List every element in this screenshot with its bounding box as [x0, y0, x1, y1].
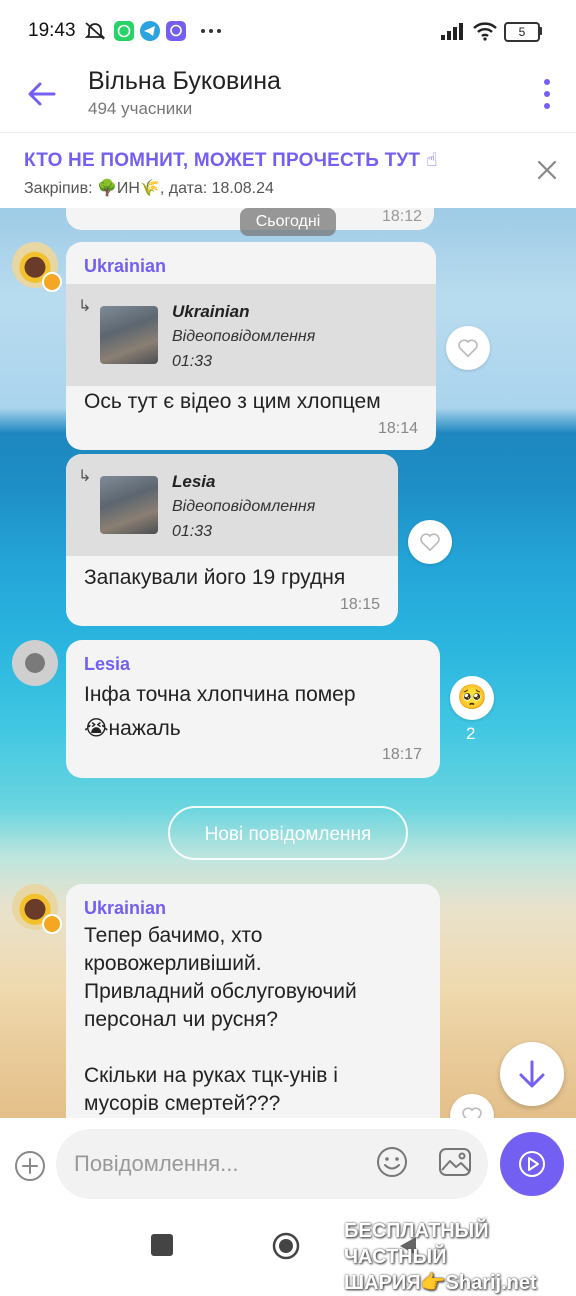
member-count: 494 учасники — [88, 99, 193, 118]
heart-icon — [458, 339, 478, 358]
like-button[interactable] — [450, 1094, 494, 1118]
back-arrow-icon[interactable] — [24, 76, 60, 112]
chat-messages-area[interactable]: 18:12 Сьогодні Ukrainian ↳ Ukrainian Від… — [0, 208, 576, 1118]
message-bubble[interactable]: Ukrainian Тепер бачимо, хто кровожерливі… — [66, 884, 440, 1118]
pinned-message-text: КТО НЕ ПОМНИТ, МОЖЕТ ПРОЧЕСТЬ ТУТ ☝ — [24, 150, 438, 171]
battery-level: 5 — [518, 25, 526, 39]
message-bubble[interactable]: Lesia Інфа точна хлопчина помер 😭нажаль … — [66, 640, 440, 778]
quote-sender: Lesia — [172, 472, 216, 491]
video-thumbnail — [100, 476, 158, 534]
message-sender[interactable]: Ukrainian — [84, 898, 166, 919]
reply-arrow-icon: ↳ — [78, 468, 92, 485]
status-time: 19:43 — [28, 20, 76, 41]
scroll-to-bottom-button[interactable] — [500, 1042, 564, 1106]
system-nav-bar: БЕСПЛАТНЫЙ ЧАСТНЫЙ ШАРИЯ👉Sharij.net — [0, 1214, 576, 1294]
recent-apps-button[interactable] — [151, 1234, 173, 1256]
message-text: Тепер бачимо, хто кровожерливіший. Привл… — [84, 924, 357, 1115]
like-button[interactable] — [408, 520, 452, 564]
quote-sender: Ukrainian — [172, 302, 250, 321]
quote-duration: 01:33 — [172, 353, 213, 370]
more-vert-icon[interactable] — [535, 76, 559, 112]
new-messages-divider: Нові повідомлення — [168, 806, 408, 860]
avatar[interactable] — [12, 640, 58, 686]
message-input[interactable]: Повідомлення... — [56, 1129, 488, 1199]
message-text: Інфа точна хлопчина помер 😭нажаль — [84, 683, 356, 740]
telegram-icon — [140, 21, 160, 41]
chat-header: Вільна Буковина 494 учасники — [0, 62, 576, 132]
reply-arrow-icon: ↳ — [78, 298, 92, 315]
watermark-line2: ШАРИЯ👉Sharij.net — [344, 1272, 537, 1294]
send-icon — [519, 1151, 545, 1177]
whatsapp-icon — [114, 21, 134, 41]
message-text: Запакували його 19 грудня — [84, 566, 346, 589]
emoji-icon[interactable] — [376, 1146, 408, 1178]
message-time: 18:14 — [377, 420, 418, 437]
more-notifications-icon — [201, 29, 221, 33]
message-bubble[interactable]: ↳ Lesia Відеоповідомлення 01:33 Запакува… — [66, 454, 398, 626]
quoted-message[interactable]: ↳ Ukrainian Відеоповідомлення 01:33 — [66, 284, 436, 386]
viber-icon — [166, 21, 186, 41]
battery-icon: 5 — [504, 22, 540, 42]
wifi-icon — [473, 22, 497, 41]
watermark-line1: БЕСПЛАТНЫЙ ЧАСТНЫЙ — [344, 1220, 489, 1268]
heart-icon — [462, 1107, 482, 1118]
quote-type: Відеоповідомлення — [172, 498, 316, 515]
message-time: 18:15 — [339, 596, 380, 613]
home-button[interactable] — [272, 1232, 300, 1260]
admin-badge-icon — [42, 272, 62, 292]
reaction-count[interactable]: 2 — [466, 724, 475, 744]
signal-icon — [441, 23, 463, 40]
battery-tip — [539, 27, 542, 35]
watermark: БЕСПЛАТНЫЙ ЧАСТНЫЙ ШАРИЯ👉Sharij.net — [344, 1218, 566, 1296]
quote-duration: 01:33 — [172, 523, 213, 540]
message-text: Ось тут є відео з цим хлопцем — [84, 390, 381, 413]
message-time: 18:17 — [381, 746, 422, 763]
date-divider: Сьогодні — [240, 208, 336, 236]
reaction-emoji: 🥺 — [457, 684, 487, 711]
message-sender[interactable]: Ukrainian — [84, 256, 166, 277]
pinned-message-banner[interactable]: КТО НЕ ПОМНИТ, МОЖЕТ ПРОЧЕСТЬ ТУТ ☝ Закр… — [0, 132, 576, 209]
message-input-placeholder: Повідомлення... — [74, 1151, 239, 1176]
reaction-button[interactable]: 🥺 — [450, 676, 494, 720]
close-icon[interactable] — [534, 157, 560, 183]
pinned-message-meta: Закріпив: 🌳ИН🌾, дата: 18.08.24 — [24, 180, 274, 197]
quoted-message[interactable]: ↳ Lesia Відеоповідомлення 01:33 — [66, 454, 398, 556]
heart-icon — [420, 533, 440, 552]
send-button[interactable] — [500, 1132, 564, 1196]
mute-bell-icon — [84, 22, 106, 40]
chat-title[interactable]: Вільна Буковина — [88, 67, 281, 96]
message-input-bar: Повідомлення... — [0, 1118, 576, 1214]
video-thumbnail — [100, 306, 158, 364]
image-icon[interactable] — [438, 1146, 472, 1178]
message-time: 18:12 — [381, 208, 422, 225]
plus-icon[interactable] — [14, 1150, 46, 1182]
quote-type: Відеоповідомлення — [172, 328, 316, 345]
admin-badge-icon — [42, 914, 62, 934]
like-button[interactable] — [446, 326, 490, 370]
message-bubble[interactable]: Ukrainian ↳ Ukrainian Відеоповідомлення … — [66, 242, 436, 450]
status-bar: 19:43 5 — [0, 0, 576, 62]
message-sender[interactable]: Lesia — [84, 654, 130, 675]
arrow-down-icon — [519, 1060, 545, 1088]
